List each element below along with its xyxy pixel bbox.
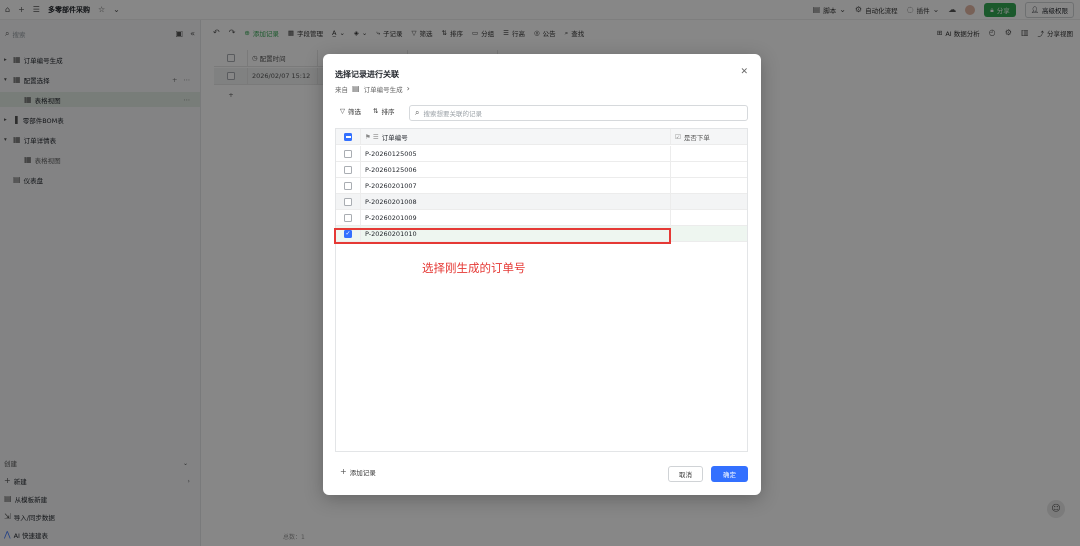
dialog-add-record-button[interactable]: + 添加记录 bbox=[340, 467, 376, 478]
checkbox[interactable] bbox=[344, 133, 352, 141]
cell-order-number: P-20260201007 bbox=[361, 178, 671, 194]
plus-icon: + bbox=[340, 467, 347, 476]
row-checkbox[interactable] bbox=[344, 166, 352, 174]
table-icon: ▤ bbox=[352, 84, 360, 93]
confirm-button[interactable]: 确定 bbox=[711, 466, 748, 482]
sort-icon: ⇅ bbox=[373, 107, 379, 115]
source-table-link[interactable]: 订单编号生成 bbox=[364, 84, 403, 94]
dialog-tools: ▽ 筛选 ⇅ 排序 bbox=[340, 106, 394, 116]
table-row[interactable]: P-20260201009 bbox=[336, 210, 747, 226]
table-row[interactable]: P-20260201008 bbox=[336, 194, 747, 210]
table-row[interactable]: P-20260125006 bbox=[336, 162, 747, 178]
table-row-selected[interactable]: ✓ P-20260201010 bbox=[336, 226, 747, 242]
dialog-search-input[interactable]: ⌕ 搜索想要关联的记录 bbox=[409, 105, 748, 121]
filter-icon: ▽ bbox=[340, 107, 345, 115]
record-table-header: ⚑ ☰ 订单编号 ☑ 是否下单 bbox=[336, 129, 747, 145]
row-checkbox[interactable] bbox=[344, 214, 352, 222]
cell-order-number: P-20260201010 bbox=[361, 226, 671, 242]
dialog-filter-button[interactable]: ▽ 筛选 bbox=[340, 106, 361, 116]
cell-order-number: P-20260201008 bbox=[361, 194, 671, 210]
dialog-source: 来自 ▤ 订单编号生成 › bbox=[335, 84, 410, 95]
select-all-checkbox[interactable] bbox=[336, 129, 361, 145]
row-checkbox-checked[interactable]: ✓ bbox=[344, 230, 352, 238]
search-icon: ⌕ bbox=[415, 108, 420, 117]
cell-order-number: P-20260201009 bbox=[361, 210, 671, 226]
row-checkbox[interactable] bbox=[344, 198, 352, 206]
primary-field-icon: ⚑ ☰ bbox=[365, 133, 379, 141]
link-record-dialog: 选择记录进行关联 ✕ 来自 ▤ 订单编号生成 › ▽ 筛选 ⇅ 排序 ⌕ 搜索想要关… bbox=[323, 54, 761, 495]
cancel-button[interactable]: 取消 bbox=[668, 466, 703, 482]
dialog-title: 选择记录进行关联 bbox=[335, 70, 399, 79]
cell-order-number: P-20260125006 bbox=[361, 162, 671, 178]
dialog-sort-button[interactable]: ⇅ 排序 bbox=[373, 106, 394, 116]
row-checkbox[interactable] bbox=[344, 150, 352, 158]
table-row[interactable]: P-20260201007 bbox=[336, 178, 747, 194]
checkbox-field-icon: ☑ bbox=[675, 133, 681, 141]
row-checkbox[interactable] bbox=[344, 182, 352, 190]
record-table: ⚑ ☰ 订单编号 ☑ 是否下单 P-20260125005 P-2026012500… bbox=[335, 128, 748, 452]
close-icon[interactable]: ✕ bbox=[740, 67, 748, 77]
column-order-number[interactable]: ⚑ ☰ 订单编号 bbox=[361, 129, 671, 145]
cell-order-number: P-20260125005 bbox=[361, 146, 671, 162]
table-row[interactable]: P-20260125005 bbox=[336, 146, 747, 162]
chevron-right-icon[interactable]: › bbox=[407, 85, 410, 93]
column-placed[interactable]: ☑ 是否下单 bbox=[671, 129, 747, 145]
annotation-text: 选择刚生成的订单号 bbox=[422, 261, 526, 275]
